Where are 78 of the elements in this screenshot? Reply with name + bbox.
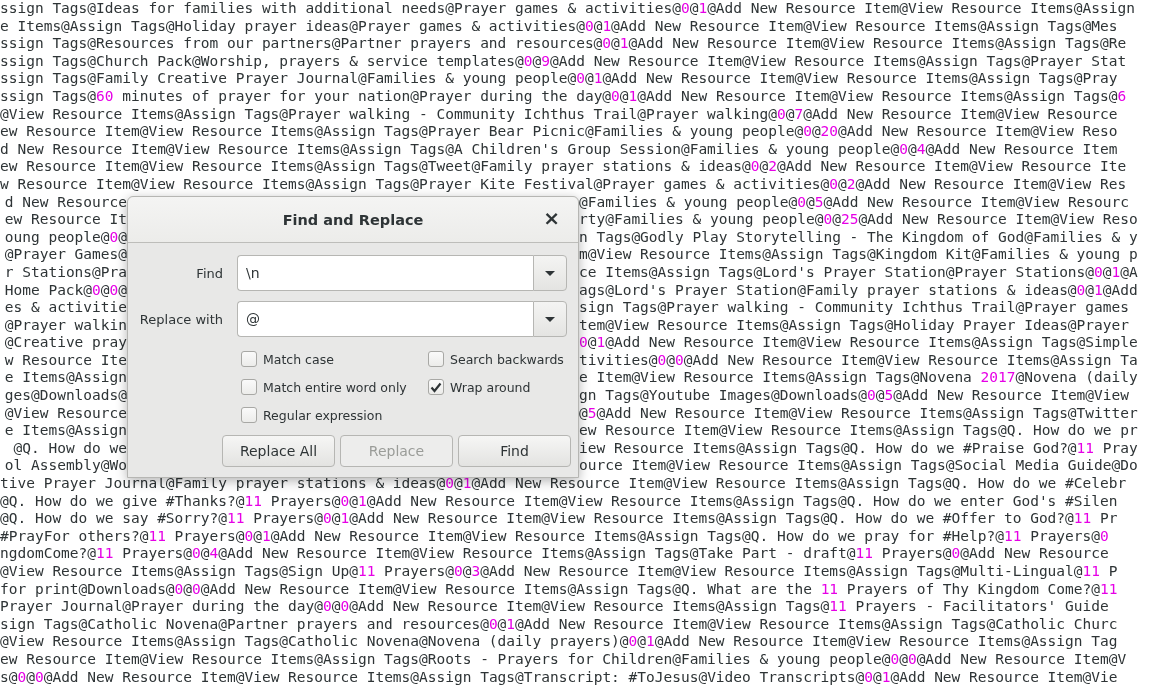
code-line: s@0@0@Add New Resource Item@View Resource Items@Assign Tags@Transcript: #ToJesus@Video Transcripts@0@1@Add New Resource Item@Vie (0, 668, 1118, 685)
code-line: ew Resource Item@View Resource Items@Assign Tags@Q. How do we pr (579, 422, 1138, 440)
code-line: #PrayFor others?@11 Prayers@0@1@Add New Resource Item@View Resource Items@Assign Tags@Q. How do we pray for #Help?@11 Prayers@0 (0, 527, 1109, 544)
checkbox-label: Wrap around (450, 379, 531, 395)
checkbox-label: Search backwards (450, 351, 564, 367)
checkbox-label: Regular expression (263, 407, 383, 423)
code-line: w Resource Ite (4, 351, 127, 370)
code-line: @View Resource Items@Assign Tags@Catholic Novena@Novena (daily prayers)@0@1@Add New Resource Item@View Resource Items@Assign Tag (0, 633, 1118, 650)
code-line: ssign Tags@Family Creative Prayer Journal@Families & young people@0@1@Add New Resource Item@View Resource Items@Assign Tags@Pray (0, 70, 1118, 87)
dropdown-button[interactable] (533, 301, 567, 337)
code-line: ags@Lord's Prayer Station@Family prayer stations & ideas@0@1@Add (579, 281, 1138, 300)
dialog-button[interactable]: Find (458, 435, 571, 467)
dialog-title: Find and Replace (282, 211, 424, 228)
code-line: ew Resource Item@View Resource Items@Assign Tags@Prayer Bear Picnic@Families & young people@0@20@Add New Resource Item@View Reso (0, 123, 1118, 140)
checkbox[interactable] (241, 407, 257, 423)
code-line: m@View Resource Items@Assign Tags@Kingdom Kit@Families & young p (579, 246, 1138, 264)
code-line: ssign Tags@Church Pack@Worship, prayers & service templates@0@9@Add New Resource Item@View Resource Items@Assign Tags@Prayer Stat (0, 52, 1127, 69)
caret-icon (544, 315, 556, 323)
code-line: sign Tags@Catholic Novena@Partner prayers and resources@0@1@Add New Resource Item@View Resource Items@Assign Tags@Catholic Churc (0, 615, 1118, 632)
code-line: iew Resource Items@Assign Tags@Q. How do we #Praise God?@11 Pray (579, 439, 1138, 458)
code-line: @Prayer walkin (4, 316, 127, 335)
code-line: 0@1@Add New Resource Item@View Resource Items@Assign Tags@Simple (579, 334, 1138, 352)
code-line: Home Pack@0@0@ (4, 281, 127, 300)
code-line: ource Item@View Resource Items@Assign Tags@Social Media Guide@Do (579, 457, 1138, 476)
code-line: e Items@Assign Tags@Holiday prayer ideas@Prayer games & activities@0@1@Add New Resource Item@View Resource Items@Assign Tags@Mes (0, 17, 1118, 34)
code-line: d New Resource (4, 193, 127, 212)
code-line: tem@View Resource Items@Assign Tags@Holiday Prayer Ideas@Prayer (579, 316, 1129, 335)
dialog-button[interactable]: Replace All (222, 435, 335, 467)
code-line: e Items@Assign (4, 369, 127, 388)
code-line: gn Tags@Youtube Images@Downloads@0@5@Add New Resource Item@View (579, 387, 1129, 405)
input-field[interactable]: \n (237, 255, 533, 291)
code-line: ges@Downloads@ (4, 387, 127, 405)
code-line: ce Items@Assign Tags@Lord's Prayer Station@Prayer Stations@0@1@A (579, 263, 1138, 282)
code-line: tivities@0@0@Add New Resource Item@View Resource Items@Assign Ta (579, 351, 1138, 370)
code-line: oung people@0@ (4, 228, 127, 247)
field-label: Replace with (139, 311, 223, 327)
dropdown-button[interactable] (533, 255, 567, 291)
code-line: w Resource Item@View Resource Items@Assign Tags@Prayer Kite Festival@Prayer games & activities@0@2@Add New Resource Item@View Res (0, 175, 1127, 192)
code-line: ssign Tags@Resources from our partners@Partner prayers and resources@0@1@Add New Resource Item@View Resource Items@Assign Tags@Re (0, 35, 1127, 52)
code-line: @Q. How do we say #Sorry?@11 Prayers@0@1@Add New Resource Item@View Resource Items@Assign Tags@Q. How do we #Offer to God?@11 Pr (0, 510, 1118, 527)
code-line: @Q. How do we give #Thanks?@11 Prayers@0@1@Add New Resource Item@View Resource Items@Assign Tags@Q. How do we enter God's #Silen (0, 492, 1118, 509)
checkbox-label: Match entire word only (263, 379, 407, 395)
checkbox[interactable] (428, 351, 444, 367)
code-line: ew Resource It (4, 211, 127, 229)
code-line: @Creative pray (4, 334, 127, 352)
code-line: ssign Tags@Ideas for families with additional needs@Prayer games & activities@0@1@Add New Resource Item@View Resource Items@Assign (0, 0, 1135, 16)
code-line: @View Resource (4, 404, 127, 423)
code-line: n Tags@Godly Play Storytelling - The Kingdom of God@Families & y (579, 228, 1138, 247)
checkbox[interactable] (428, 379, 444, 395)
code-line: e Item@View Resource Items@Assign Tags@Novena 2017@Novena (daily (579, 369, 1138, 388)
code-line: @5@Add New Resource Item@View Resource Items@Assign Tags@Twitter (579, 404, 1138, 423)
code-line: d New Resource Item@View Resource Items@Assign Tags@A Children's Group Session@Families & young people@0@4@Add New Resource Item (0, 140, 1118, 157)
code-line: r Stations@Pra (4, 263, 127, 282)
code-line: ngdomCome?@11 Prayers@0@4@Add New Resource Item@View Resource Items@Assign Tags@Take Part - draft@11 Prayers@0@Add New Resource (0, 545, 1109, 562)
field-label: Find (196, 265, 223, 281)
code-line: @Families & young people@0@5@Add New Resource Item@View Resourc (579, 193, 1129, 212)
input-field[interactable]: @ (237, 301, 533, 337)
code-line: ssign Tags@60 minutes of prayer for your nation@Prayer during the day@0@1@Add New Resource Item@View Resource Items@Assign Tags@6 (0, 87, 1127, 104)
check-icon (430, 381, 442, 393)
code-line: es & activitie (4, 299, 127, 317)
code-line: @View Resource Items@Assign Tags@Prayer walking - Community Ichthus Trail@Prayer walking@0@7@Add New Resource Item@View Resource (0, 105, 1118, 122)
code-line: rty@Families & young people@0@25@Add New Resource Item@View Reso (579, 211, 1138, 229)
code-line: tive Prayer Journal@Family prayer stations & ideas@0@1@Add New Resource Item@View Resource Items@Assign Tags@Q. How do we #Celebr (0, 475, 1127, 492)
code-line: @View Resource Items@Assign Tags@Sign Up@11 Prayers@0@3@Add New Resource Item@View Resource Items@Assign Tags@Multi-Lingual@11 P (0, 563, 1118, 579)
checkbox[interactable] (241, 351, 257, 367)
code-line: @Q. How do we (13, 439, 127, 458)
code-line: ew Resource Item@View Resource Items@Assign Tags@Roots - Prayers for Children@Families & young people@0@0@Add New Resource Item@V (0, 650, 1127, 667)
caret-icon (544, 269, 556, 277)
code-line: ew Resource Item@View Resource Items@Assign Tags@Tweet@Family prayer stations & ideas@0@2@Add New Resource Item@View Resource Ite (0, 158, 1127, 175)
code-line: ol Assembly@Wo (4, 457, 127, 476)
checkbox[interactable] (241, 379, 257, 395)
code-line: for print@Downloads@0@0@Add New Resource Item@View Resource Items@Assign Tags@Q. What are the 11 Prayers of Thy Kingdom Come?@11 (0, 580, 1118, 597)
code-line: @Prayer Games@ (4, 246, 127, 264)
code-line: Prayer Journal@Prayer during the day@0@0@Add New Resource Item@View Resource Items@Assign Tags@11 Prayers - Facilitators' Guide (0, 598, 1109, 615)
code-line: e Items@Assign (4, 422, 127, 440)
checkbox-label: Match case (263, 351, 334, 367)
close-button[interactable]: × (539, 208, 564, 228)
code-line: sign Tags@Prayer walking - Community Ichthus Trail@Prayer games (579, 299, 1129, 317)
